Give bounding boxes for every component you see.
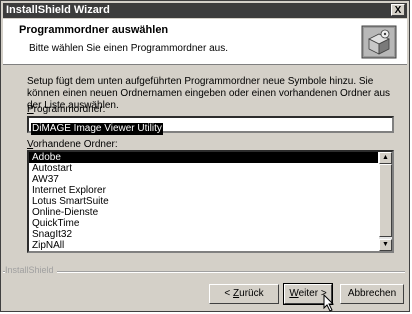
footer-brand: InstallShield [5,265,57,275]
program-folder-value: DiMAGE Image Viewer Utility [31,123,163,135]
installshield-wizard-window: InstallShield Wizard X Programmordner au… [0,0,410,312]
close-icon: X [394,5,402,16]
list-item[interactable]: Autostart [29,163,378,174]
existing-folders-list[interactable]: Adobe Autostart AW37 Internet Explorer Lotus… [27,150,394,253]
list-item[interactable]: Adobe [29,152,378,163]
program-folder-input[interactable]: DiMAGE Image Viewer Utility [27,116,394,135]
list-scrollbar[interactable]: ▲ ▼ [379,152,392,251]
list-item[interactable]: Online-Dienste [29,207,378,218]
cancel-button[interactable]: Abbrechen [340,284,404,304]
program-folder-label: Programmordner: [27,104,106,115]
arrow-down-icon: ▼ [382,241,389,248]
footer-divider [3,271,405,273]
folder-items: Adobe Autostart AW37 Internet Explorer Lotus… [29,152,378,251]
page-subtitle: Bitte wählen Sie einen Programmordner au… [29,43,228,54]
list-item[interactable]: AW37 [29,174,378,185]
page-title: Programmordner auswählen [19,24,169,36]
list-item[interactable]: ZipNAll [29,240,378,251]
mouse-pointer-icon [323,294,335,312]
close-button[interactable]: X [391,4,405,16]
scroll-down-button[interactable]: ▼ [379,239,392,251]
list-item[interactable]: Lotus SmartSuite [29,196,378,207]
window-title: InstallShield Wizard [6,4,110,16]
scroll-thumb[interactable] [379,164,392,237]
scroll-up-button[interactable]: ▲ [379,152,392,164]
title-bar[interactable]: InstallShield Wizard X [3,3,407,18]
list-item[interactable]: SnagIt32 [29,229,378,240]
existing-folders-label: Vorhandene Ordner: [27,139,118,150]
wizard-header: Programmordner auswählen Bitte wählen Si… [3,19,407,65]
arrow-up-icon: ▲ [382,154,389,161]
installer-box-icon [361,25,397,59]
list-item[interactable]: Internet Explorer [29,185,378,196]
back-button[interactable]: < Zurück [209,284,279,304]
list-item[interactable]: QuickTime [29,218,378,229]
